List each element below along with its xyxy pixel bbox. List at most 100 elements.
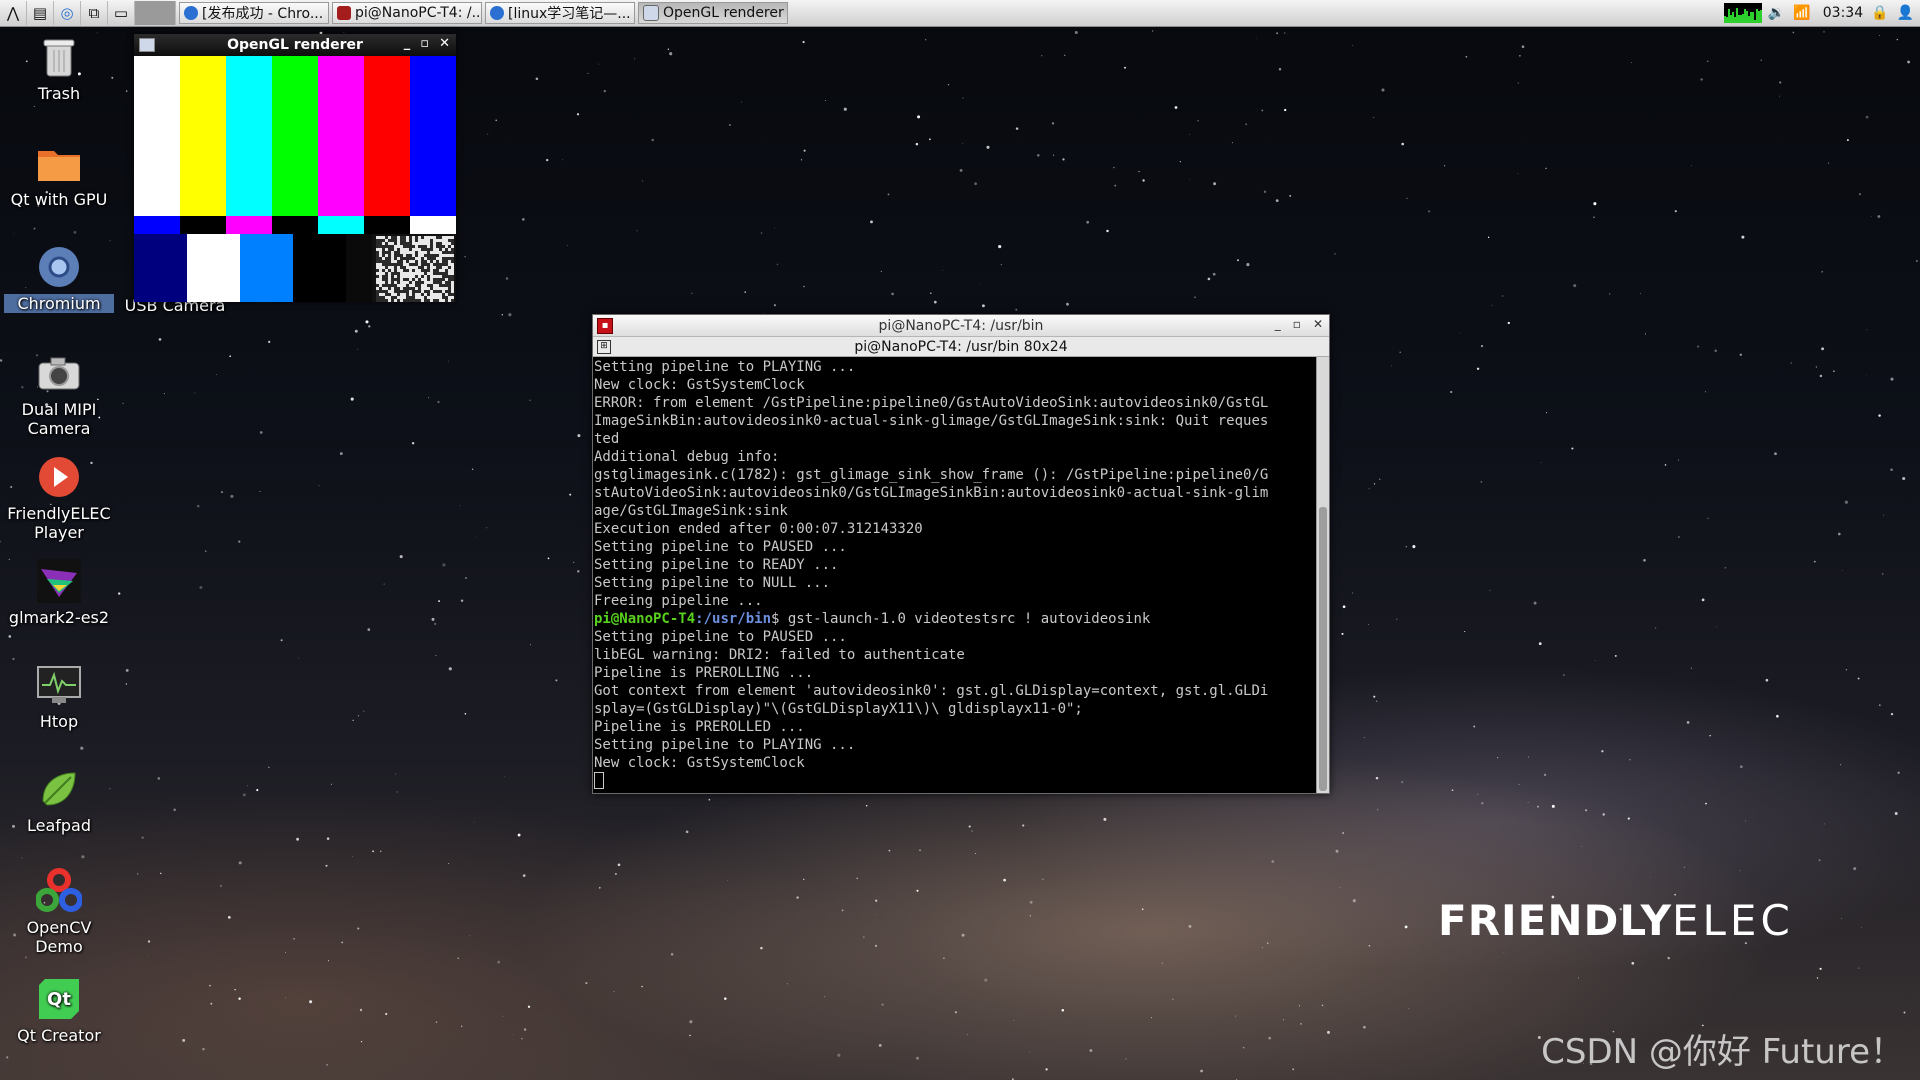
noise-pixel xyxy=(451,254,454,257)
lock-screen-icon[interactable]: 🔒 xyxy=(1871,5,1888,21)
desktop-icon-chromium[interactable]: Chromium xyxy=(4,244,114,313)
star xyxy=(1640,293,1641,294)
noise-pixel xyxy=(379,257,382,260)
noise-pixel xyxy=(433,257,436,260)
color-bar xyxy=(410,56,456,216)
noise-pixel xyxy=(427,257,430,260)
maximize-icon[interactable]: ▫ xyxy=(420,36,429,51)
star xyxy=(1902,477,1905,480)
star xyxy=(668,49,669,50)
desktop-icon-trash[interactable]: Trash xyxy=(4,34,114,103)
clock[interactable]: 03:34 xyxy=(1823,5,1863,21)
star xyxy=(502,1016,503,1017)
star xyxy=(1237,259,1239,261)
taskbar-task-opengl[interactable]: OpenGL renderer xyxy=(638,2,788,24)
star xyxy=(182,1039,185,1042)
terminal-window[interactable]: ▪ pi@NanoPC-T4: /usr/bin _ ▫ ✕ ⊞ pi@Nano… xyxy=(592,314,1330,794)
desktop-icon-qt-creator[interactable]: Qt Qt Creator xyxy=(4,976,114,1045)
terminal-menu-icon[interactable]: ⊞ xyxy=(597,340,611,354)
noise-pixel xyxy=(406,239,409,242)
scrollbar-thumb[interactable] xyxy=(1319,507,1327,791)
noise-pixel xyxy=(376,236,379,239)
cpu-monitor-graph[interactable] xyxy=(1724,3,1762,23)
star xyxy=(803,879,804,880)
noise-pixel xyxy=(403,296,406,299)
taskbar-task-chromium[interactable]: [发布成功 - Chro... xyxy=(179,2,329,24)
star xyxy=(435,655,436,656)
color-bar-middle xyxy=(180,216,227,234)
desktop-icon-friendlyelec-player[interactable]: FriendlyELEC Player xyxy=(4,454,114,542)
noise-pixel xyxy=(388,236,391,239)
star xyxy=(803,41,805,43)
noise-pixel xyxy=(439,254,442,257)
noise-pixel xyxy=(394,290,397,293)
desktop-icon-dual-mipi-camera[interactable]: Dual MIPI Camera xyxy=(4,350,114,438)
terminal-launcher-icon[interactable]: ⧉ xyxy=(81,1,108,25)
noise-pixel xyxy=(406,293,409,296)
star xyxy=(1162,963,1163,964)
noise-pixel xyxy=(451,284,454,287)
star xyxy=(1152,30,1153,31)
show-desktop-icon[interactable]: ▭ xyxy=(108,1,135,25)
volume-icon[interactable]: 🔉 xyxy=(1768,5,1785,21)
star xyxy=(1541,462,1542,463)
noise-pixel xyxy=(430,269,433,272)
user-icon[interactable]: 👤 xyxy=(1897,5,1914,21)
noise-pixel xyxy=(379,284,382,287)
noise-pixel xyxy=(379,266,382,269)
star xyxy=(74,231,77,234)
noise-pixel xyxy=(409,299,412,302)
window-titlebar[interactable]: OpenGL renderer _ ▫ ✕ xyxy=(134,34,456,56)
star xyxy=(1180,161,1181,162)
wifi-icon[interactable]: 📶 xyxy=(1793,5,1810,21)
app-menu-icon[interactable]: ⋀ xyxy=(0,1,27,25)
star xyxy=(0,359,2,361)
noise-pixel xyxy=(388,245,391,248)
chromium-launcher-icon[interactable]: ◎ xyxy=(54,1,81,25)
taskbar-task-terminal[interactable]: pi@NanoPC-T4: /... xyxy=(332,2,482,24)
noise-pixel xyxy=(436,242,439,245)
star xyxy=(1858,968,1859,969)
window-titlebar[interactable]: ▪ pi@NanoPC-T4: /usr/bin _ ▫ ✕ xyxy=(593,315,1329,337)
desktop-icon-htop[interactable]: Htop xyxy=(4,662,114,731)
desktop-icon-glmark2-es2[interactable]: glmark2-es2 xyxy=(4,558,114,627)
maximize-icon[interactable]: ▫ xyxy=(1293,317,1301,331)
brand-thin: ELEC xyxy=(1672,896,1794,945)
star xyxy=(1705,803,1707,805)
close-icon[interactable]: ✕ xyxy=(1313,317,1323,331)
noise-pixel xyxy=(394,245,397,248)
desktop-icon-opencv-demo[interactable]: OpenCV Demo xyxy=(4,868,114,956)
star xyxy=(1667,957,1669,959)
icon-label: FriendlyELEC Player xyxy=(4,504,114,542)
noise-pixel xyxy=(433,260,436,263)
noise-pixel xyxy=(421,257,424,260)
noise-pixel xyxy=(391,248,394,251)
star xyxy=(929,138,931,140)
terminal-scrollbar[interactable] xyxy=(1316,357,1329,793)
minimize-icon[interactable]: _ xyxy=(404,36,411,51)
noise-pixel xyxy=(424,245,427,248)
noise-pixel xyxy=(445,284,448,287)
star xyxy=(1373,696,1375,698)
opengl-renderer-window[interactable]: OpenGL renderer _ ▫ ✕ xyxy=(134,34,456,302)
star xyxy=(383,583,384,584)
noise-pixel xyxy=(406,266,409,269)
terminal-output[interactable]: Setting pipeline to PLAYING ... New clock… xyxy=(593,357,1317,793)
minimize-icon[interactable]: _ xyxy=(1275,317,1281,331)
noise-pixel xyxy=(391,272,394,275)
terminal-line: Setting pipeline to PAUSED ... xyxy=(594,538,1317,556)
star xyxy=(1268,1037,1271,1040)
noise-pixel xyxy=(400,263,403,266)
desktop-icon-qt-with-gpu[interactable]: Qt with GPU xyxy=(4,140,114,209)
close-icon[interactable]: ✕ xyxy=(439,36,450,51)
noise-pixel xyxy=(403,257,406,260)
noise-pixel xyxy=(409,272,412,275)
file-manager-launcher-icon[interactable]: ▤ xyxy=(27,1,54,25)
noise-pixel xyxy=(415,242,418,245)
noise-pixel xyxy=(382,260,385,263)
desktop-icon-leafpad[interactable]: Leafpad xyxy=(4,766,114,835)
blank-launcher[interactable] xyxy=(135,1,176,25)
star xyxy=(1013,1020,1014,1021)
taskbar-task-chromium-notes[interactable]: [linux学习笔记—... xyxy=(485,2,635,24)
star xyxy=(891,293,894,296)
